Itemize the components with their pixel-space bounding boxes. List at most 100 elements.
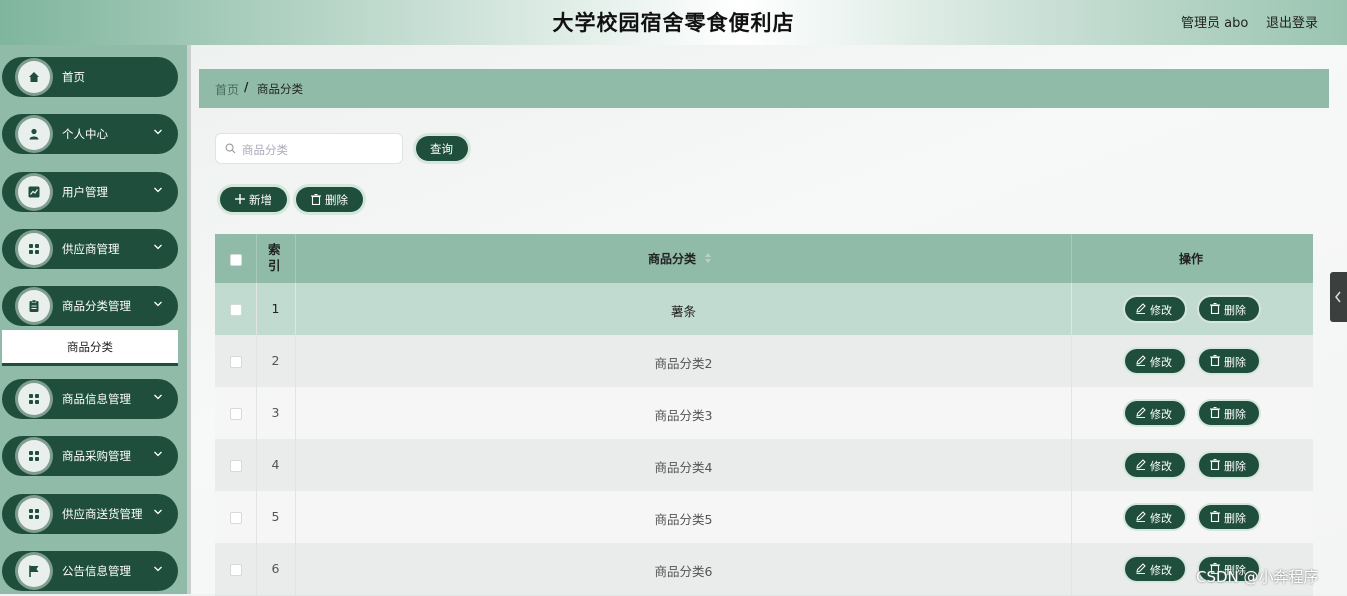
sidebar-item-3[interactable]: 用户管理	[2, 172, 178, 212]
header-category-cell[interactable]: 商品分类	[296, 234, 1072, 283]
index-cell: 4	[256, 439, 296, 491]
chart-icon	[18, 176, 50, 208]
sidebar-item-label: 用户管理	[62, 185, 108, 199]
chevron-down-icon	[154, 244, 162, 250]
add-button[interactable]: 新增	[220, 187, 287, 212]
actions-cell: 修改 删除	[1072, 439, 1312, 491]
grid-icon	[18, 440, 50, 472]
delete-button-label: 删除	[1224, 408, 1246, 421]
row-index: 3	[271, 405, 280, 420]
sidebar-item-6[interactable]: 商品信息管理	[2, 379, 178, 419]
select-cell	[215, 491, 257, 543]
trash-icon	[1210, 511, 1220, 522]
sidebar-item-label: 供应商送货管理	[62, 507, 143, 521]
site-title: 大学校园宿舍零食便利店	[552, 11, 795, 35]
header-select-cell	[215, 234, 257, 283]
search-input[interactable]	[240, 140, 394, 160]
row-checkbox[interactable]	[230, 460, 242, 472]
breadcrumb-home[interactable]: 首页	[215, 81, 239, 98]
trash-icon	[311, 194, 321, 205]
logout-link[interactable]: 退出登录	[1266, 12, 1318, 31]
row-category: 商品分类3	[654, 408, 713, 423]
actions-cell: 修改 删除	[1072, 335, 1312, 387]
row-category: 商品分类2	[654, 356, 713, 371]
edit-icon	[1136, 407, 1146, 418]
delete-button-label: 删除	[1224, 356, 1246, 369]
sidebar-item-8[interactable]: 供应商送货管理	[2, 494, 178, 534]
table-row[interactable]: 1 薯条 修改 删除	[215, 283, 1313, 336]
edit-button[interactable]: 修改	[1125, 349, 1185, 373]
grid-icon	[18, 383, 50, 415]
row-category: 商品分类4	[654, 460, 713, 475]
edit-button-label: 修改	[1150, 564, 1172, 577]
sidebar-item-9[interactable]: 公告信息管理	[2, 551, 178, 591]
edit-button[interactable]: 修改	[1125, 453, 1185, 477]
delete-button[interactable]: 删除	[1199, 297, 1259, 321]
table-row[interactable]: 4 商品分类4 修改 删除	[215, 439, 1313, 492]
delete-button[interactable]: 删除	[1199, 505, 1259, 529]
edit-button[interactable]: 修改	[1125, 557, 1185, 581]
chevron-down-icon	[154, 129, 162, 135]
category-cell: 商品分类4	[296, 439, 1072, 491]
select-cell	[215, 543, 257, 595]
sidebar-item-label: 商品信息管理	[62, 392, 131, 406]
clipboard-icon	[18, 290, 50, 322]
trash-icon	[1210, 407, 1220, 418]
sort-icon[interactable]	[705, 253, 711, 263]
home-icon	[18, 61, 50, 93]
select-all-checkbox[interactable]	[230, 254, 242, 266]
batch-delete-button[interactable]: 删除	[296, 187, 363, 212]
edit-button[interactable]: 修改	[1125, 505, 1185, 529]
index-cell: 3	[256, 387, 296, 439]
row-checkbox[interactable]	[230, 408, 242, 420]
collapse-panel-tab[interactable]	[1330, 272, 1347, 322]
table-row[interactable]: 6 商品分类6 修改 删除	[215, 543, 1313, 596]
header-actions-cell: 操作	[1072, 234, 1312, 283]
table-row[interactable]: 3 商品分类3 修改 删除	[215, 387, 1313, 440]
edit-button-label: 修改	[1150, 356, 1172, 369]
table-row[interactable]: 5 商品分类5 修改 删除	[215, 491, 1313, 544]
index-cell: 2	[256, 335, 296, 387]
plus-icon	[235, 194, 245, 204]
breadcrumb: 首页 / 商品分类	[199, 69, 1329, 108]
trash-icon	[1210, 355, 1220, 366]
search-button[interactable]: 查询	[416, 136, 468, 161]
row-checkbox[interactable]	[230, 304, 242, 316]
delete-button[interactable]: 删除	[1199, 453, 1259, 477]
row-checkbox[interactable]	[230, 564, 242, 576]
edit-icon	[1136, 303, 1146, 314]
edit-icon	[1136, 563, 1146, 574]
delete-button-label: 删除	[1224, 460, 1246, 473]
edit-button[interactable]: 修改	[1125, 297, 1185, 321]
actions-cell: 修改 删除	[1072, 491, 1312, 543]
top-header: 大学校园宿舍零食便利店 管理员 abo 退出登录	[0, 0, 1347, 45]
sidebar-item-1[interactable]: 首页	[2, 57, 178, 97]
chevron-down-icon	[154, 187, 162, 193]
delete-button[interactable]: 删除	[1199, 401, 1259, 425]
sidebar-item-4[interactable]: 供应商管理	[2, 229, 178, 269]
search-input-wrapper[interactable]	[215, 133, 403, 164]
chevron-down-icon	[154, 451, 162, 457]
row-index: 6	[271, 561, 280, 576]
search-icon	[225, 143, 236, 154]
index-cell: 1	[256, 283, 296, 335]
edit-icon	[1136, 355, 1146, 366]
row-checkbox[interactable]	[230, 356, 242, 368]
sidebar-item-5[interactable]: 商品分类管理	[2, 286, 178, 326]
trash-icon	[1210, 303, 1220, 314]
grid-icon	[18, 498, 50, 530]
chevron-down-icon	[154, 509, 162, 515]
sidebar-subitem-category[interactable]: 商品分类	[2, 330, 178, 366]
search-button-label: 查询	[430, 142, 453, 156]
index-cell: 6	[256, 543, 296, 595]
row-checkbox[interactable]	[230, 512, 242, 524]
header-actions-label: 操作	[1179, 252, 1204, 266]
user-icon	[18, 118, 50, 150]
table-row[interactable]: 2 商品分类2 修改 删除	[215, 335, 1313, 388]
sidebar-item-2[interactable]: 个人中心	[2, 114, 178, 154]
edit-button[interactable]: 修改	[1125, 401, 1185, 425]
flag-icon	[18, 555, 50, 587]
delete-button[interactable]: 删除	[1199, 349, 1259, 373]
sidebar-item-7[interactable]: 商品采购管理	[2, 436, 178, 476]
sidebar-item-label: 公告信息管理	[62, 564, 131, 578]
